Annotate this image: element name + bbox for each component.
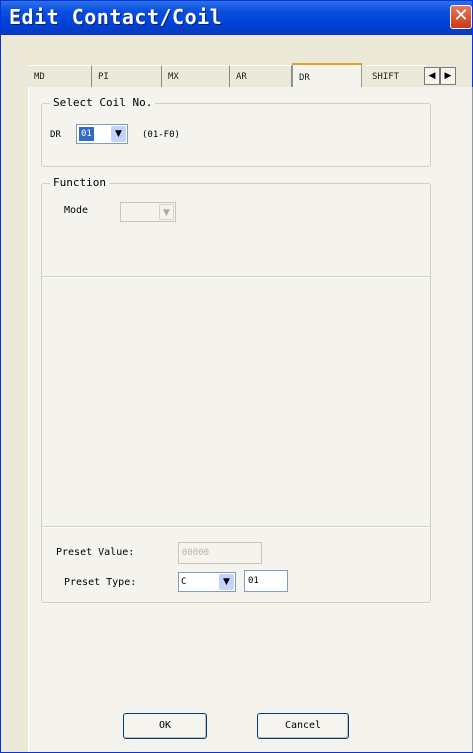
mode-select[interactable]: ▼ xyxy=(120,202,176,222)
tab-shift[interactable]: SHIFT xyxy=(366,65,426,87)
edit-contact-coil-dialog: Edit Contact/Coil ✕ MD PI MX AR DR SHIFT… xyxy=(0,0,473,753)
ok-button[interactable]: OK xyxy=(123,713,207,739)
chevron-down-icon[interactable]: ▼ xyxy=(219,574,234,590)
preset-type-value: C xyxy=(181,577,187,587)
tab-strip: MD PI MX AR DR SHIFT ◀ ▶ xyxy=(28,63,473,89)
select-coil-legend: Select Coil No. xyxy=(50,96,156,110)
preset-value-label: Preset Value: xyxy=(56,547,135,558)
dialog-client-area: MD PI MX AR DR SHIFT ◀ ▶ Select Coil No.… xyxy=(3,35,473,752)
coil-prefix-label: DR xyxy=(50,130,61,140)
tab-panel-dr: Select Coil No. DR 01 ▼ (01-F0) Function… xyxy=(28,87,473,752)
cancel-button[interactable]: Cancel xyxy=(257,713,349,739)
coil-number-select[interactable]: 01 ▼ xyxy=(76,124,128,144)
tab-pi[interactable]: PI xyxy=(92,65,162,87)
tab-md[interactable]: MD xyxy=(28,65,92,87)
window-title: Edit Contact/Coil xyxy=(9,5,223,29)
preset-number-input[interactable]: 01 xyxy=(244,570,288,592)
function-group: Function Mode ▼ Preset Value: 00000 Pres… xyxy=(41,176,431,603)
close-icon[interactable]: ✕ xyxy=(450,5,472,29)
chevron-down-icon[interactable]: ▼ xyxy=(111,126,126,142)
tab-ar[interactable]: AR xyxy=(230,65,292,87)
function-legend: Function xyxy=(50,176,109,190)
tab-mx[interactable]: MX xyxy=(162,65,230,87)
mode-label: Mode xyxy=(64,205,89,216)
tab-scroll-left-icon[interactable]: ◀ xyxy=(424,67,440,85)
coil-number-value: 01 xyxy=(79,127,94,141)
preset-type-label: Preset Type: xyxy=(64,577,137,588)
chevron-down-icon[interactable]: ▼ xyxy=(159,204,174,220)
preset-value-input[interactable]: 00000 xyxy=(178,542,262,564)
tab-dr[interactable]: DR xyxy=(292,63,362,89)
tab-scroll-right-icon[interactable]: ▶ xyxy=(440,67,456,85)
title-bar[interactable]: Edit Contact/Coil ✕ xyxy=(1,1,472,35)
preset-type-select[interactable]: C ▼ xyxy=(178,572,236,592)
coil-range-label: (01-F0) xyxy=(142,130,180,140)
select-coil-group: Select Coil No. DR 01 ▼ (01-F0) xyxy=(41,96,431,167)
divider xyxy=(42,276,430,278)
divider xyxy=(42,526,430,528)
